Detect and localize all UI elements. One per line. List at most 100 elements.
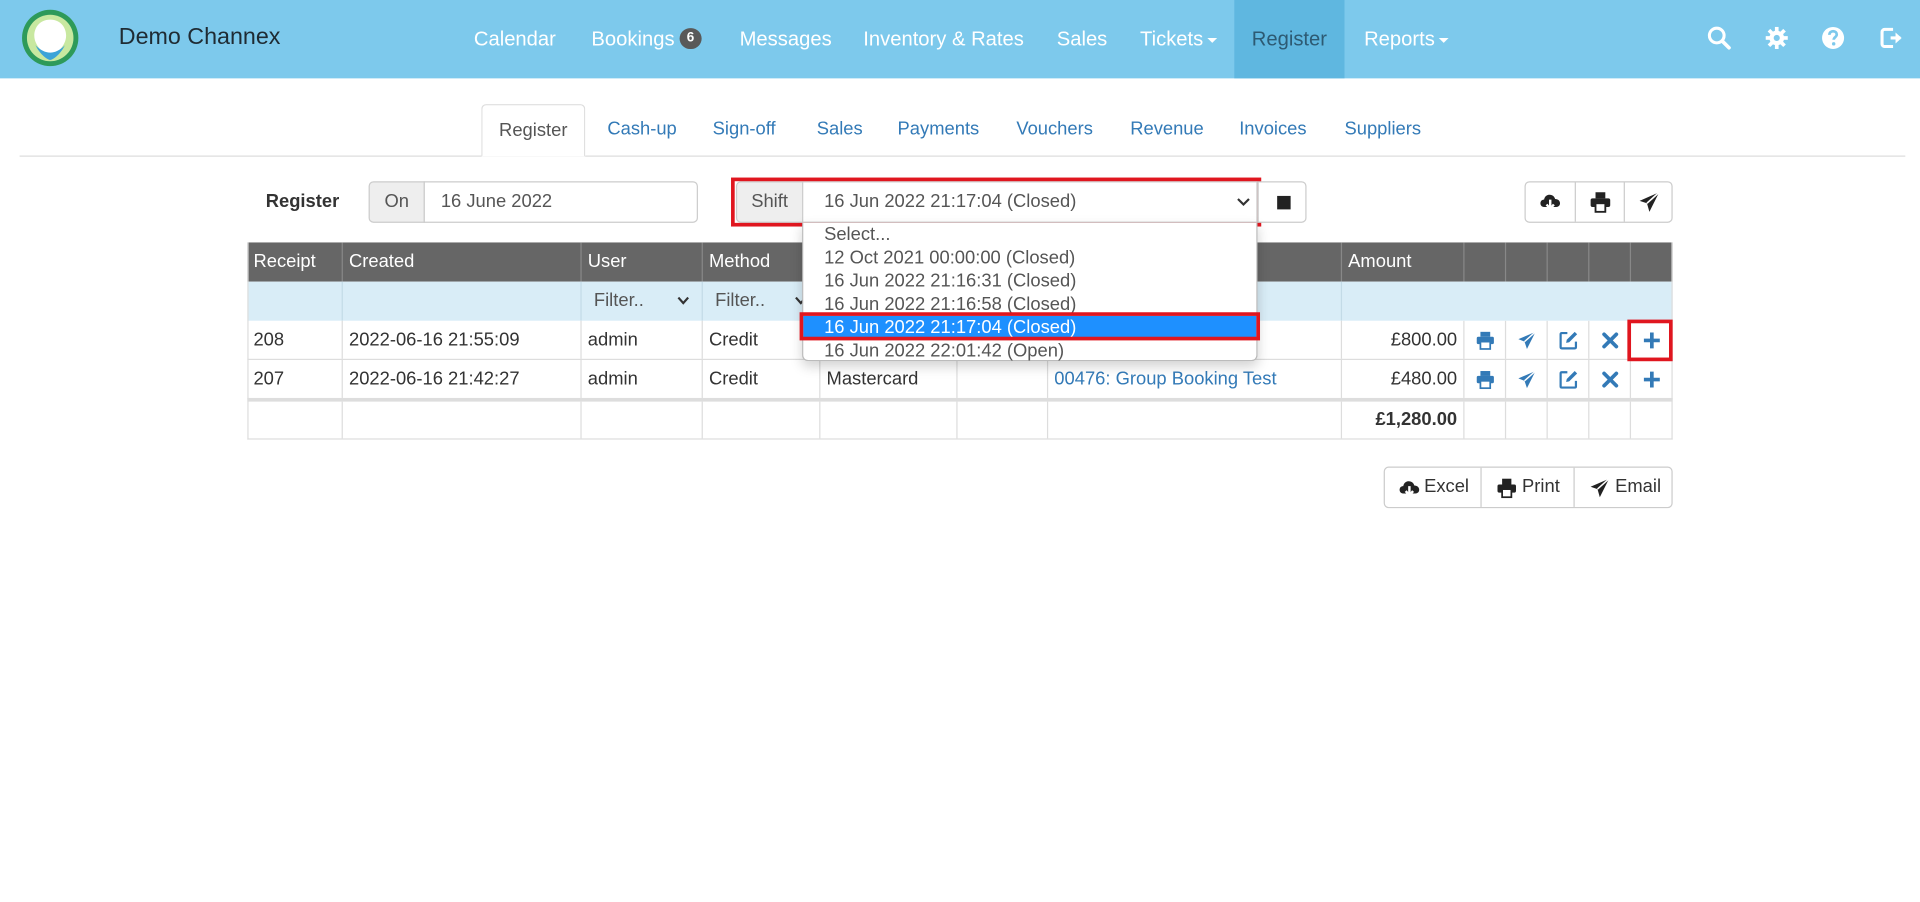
filter-cell-empty	[247, 281, 343, 321]
tab-sign-off[interactable]: Sign-off	[713, 104, 776, 157]
filter-cell-empty	[343, 281, 582, 321]
amount-cell: £800.00	[1342, 320, 1465, 359]
stop-shift-button[interactable]	[1257, 181, 1307, 223]
nav-tickets-label: Tickets	[1140, 28, 1204, 51]
tab-register[interactable]: Register	[481, 104, 586, 157]
nav-sales[interactable]: Sales	[1057, 0, 1108, 78]
print-icon	[1590, 192, 1611, 213]
col-action-delete	[1589, 242, 1632, 282]
email-label: Email	[1615, 476, 1662, 498]
nav-tickets[interactable]: Tickets	[1140, 0, 1217, 78]
tab-suppliers[interactable]: Suppliers	[1345, 104, 1422, 157]
row-send-button[interactable]	[1506, 360, 1548, 398]
excel-label: Excel	[1424, 476, 1470, 498]
nav-messages[interactable]: Messages	[740, 0, 832, 78]
shift-option[interactable]: Select...	[803, 223, 1256, 246]
tab-cash-up[interactable]: Cash-up	[607, 104, 676, 157]
nav-reports[interactable]: Reports	[1364, 0, 1449, 78]
send-button[interactable]	[1623, 182, 1673, 222]
col-action-send	[1506, 242, 1548, 282]
on-addon: On	[368, 181, 425, 223]
tab-sales[interactable]: Sales	[817, 104, 863, 157]
receipt-cell: 207	[247, 360, 343, 398]
selected-option-highlight-box	[799, 312, 1261, 341]
shift-option[interactable]: 12 Oct 2021 00:00:00 (Closed)	[803, 246, 1256, 269]
tab-payments[interactable]: Payments	[898, 104, 980, 157]
created-cell: 2022-06-16 21:55:09	[343, 320, 582, 359]
row-edit-button[interactable]	[1548, 320, 1590, 359]
card-cell: Mastercard	[820, 360, 958, 398]
total-cell-empty	[247, 401, 343, 439]
caret-down-icon	[1438, 37, 1449, 43]
print-icon	[1497, 478, 1516, 499]
col-receipt[interactable]: Receipt	[247, 242, 343, 282]
tab-revenue[interactable]: Revenue	[1130, 104, 1204, 157]
row-print-button[interactable]	[1465, 320, 1507, 359]
print-icon	[1476, 331, 1494, 350]
total-cell-empty	[703, 401, 821, 439]
chevron-down-icon	[677, 296, 689, 305]
total-amount: £1,280.00	[1342, 401, 1465, 439]
total-cell-empty	[1589, 401, 1632, 439]
nav-calendar[interactable]: Calendar	[474, 0, 556, 78]
col-user[interactable]: User	[582, 242, 703, 282]
tab-invoices[interactable]: Invoices	[1239, 104, 1306, 157]
table-row: 207 2022-06-16 21:42:27 admin Credit Mas…	[247, 360, 1673, 400]
channex-logo-icon[interactable]	[21, 9, 80, 68]
email-button[interactable]: Email	[1573, 467, 1671, 507]
row-delete-button[interactable]	[1589, 320, 1632, 359]
reference-cell	[958, 360, 1049, 398]
nav-inventory-rates[interactable]: Inventory & Rates	[863, 0, 1024, 78]
total-cell-empty	[1631, 402, 1673, 439]
nav-bookings[interactable]: Bookings 6	[591, 0, 702, 78]
help-icon[interactable]	[1821, 26, 1845, 50]
nav-bookings-label: Bookings	[591, 28, 675, 51]
brand-name[interactable]: Demo Channex	[119, 24, 281, 51]
print-button[interactable]	[1574, 182, 1624, 222]
row-edit-button[interactable]	[1548, 360, 1590, 398]
total-cell-empty	[820, 401, 958, 439]
shift-option[interactable]: 16 Jun 2022 22:01:42 (Open)	[803, 339, 1256, 362]
excel-button[interactable]: Excel	[1385, 468, 1481, 507]
booking-link[interactable]: 00476: Group Booking Test	[1048, 360, 1343, 398]
print-label: Print	[1522, 476, 1560, 498]
delete-icon	[1602, 332, 1619, 349]
paper-plane-icon	[1639, 191, 1660, 212]
row-delete-button[interactable]	[1589, 360, 1632, 398]
col-created[interactable]: Created	[343, 242, 582, 282]
row-add-button[interactable]	[1631, 360, 1673, 398]
amount-cell: £480.00	[1342, 360, 1465, 398]
top-export-buttons	[1524, 181, 1673, 223]
tab-vouchers[interactable]: Vouchers	[1016, 104, 1093, 157]
col-amount[interactable]: Amount	[1342, 242, 1465, 282]
print-icon	[1476, 371, 1494, 390]
delete-icon	[1602, 371, 1619, 388]
row-send-button[interactable]	[1506, 320, 1548, 359]
gear-icon[interactable]	[1765, 26, 1789, 50]
download-button[interactable]	[1526, 182, 1575, 221]
total-cell-empty	[958, 401, 1049, 439]
row-print-button[interactable]	[1465, 360, 1507, 398]
cloud-download-icon	[1399, 481, 1420, 498]
add-button-highlight-box	[1627, 319, 1673, 362]
receipt-cell: 208	[247, 320, 343, 359]
date-input[interactable]: 16 June 2022	[423, 181, 698, 223]
user-filter-select[interactable]: Filter..	[582, 281, 703, 321]
shift-dropdown-list: Select... 12 Oct 2021 00:00:00 (Closed) …	[802, 222, 1258, 362]
search-icon[interactable]	[1707, 26, 1731, 50]
edit-icon	[1559, 331, 1578, 350]
nav-register[interactable]: Register	[1234, 0, 1345, 79]
print-export-button[interactable]: Print	[1480, 467, 1573, 507]
col-action-print	[1465, 242, 1507, 282]
col-action-edit	[1548, 242, 1590, 282]
col-action-add	[1631, 242, 1673, 281]
method-filter-label: Filter..	[715, 290, 766, 312]
logout-icon[interactable]	[1880, 26, 1904, 50]
edit-icon	[1559, 371, 1578, 389]
add-icon	[1643, 371, 1660, 388]
paper-plane-icon	[1590, 478, 1610, 498]
shift-option[interactable]: 16 Jun 2022 21:16:31 (Closed)	[803, 269, 1256, 292]
caret-down-icon	[1206, 37, 1217, 43]
cloud-download-icon	[1540, 194, 1561, 211]
user-cell: admin	[582, 360, 703, 398]
